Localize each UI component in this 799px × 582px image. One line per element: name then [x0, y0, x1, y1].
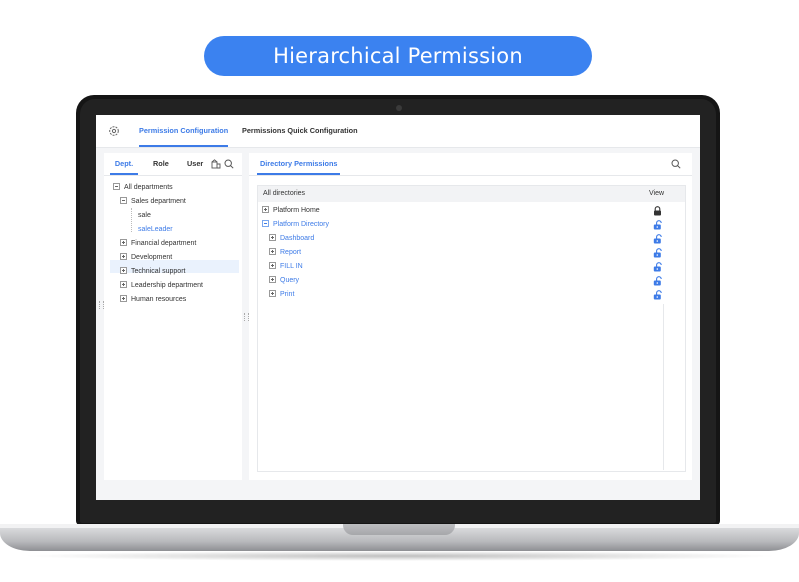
tab-role[interactable]: Role — [153, 153, 169, 175]
column-header-view: View — [649, 190, 665, 197]
top-nav: Permission Configuration Permissions Qui… — [96, 115, 700, 148]
table-header: All directories View — [258, 186, 685, 202]
tree-guide-line — [131, 208, 133, 232]
row-label: Dashboard — [280, 235, 315, 242]
laptop-shadow — [20, 551, 780, 561]
locked-icon[interactable] — [653, 206, 662, 216]
expand-icon[interactable] — [120, 266, 127, 274]
search-icon[interactable] — [224, 159, 234, 169]
tree-label: Financial department — [131, 240, 197, 247]
directory-permissions-table: All directories View Platform Home Platf… — [257, 185, 686, 472]
tab-directory-permissions[interactable]: Directory Permissions — [257, 153, 341, 175]
left-tab-divider — [104, 175, 242, 176]
row-label: FILL IN — [280, 263, 303, 270]
table-row-fill-in[interactable]: FILL IN — [269, 260, 303, 273]
expand-icon[interactable] — [262, 205, 269, 213]
row-label: Platform Directory — [273, 221, 330, 228]
expand-icon[interactable] — [120, 252, 127, 260]
table-row-platform-home[interactable]: Platform Home — [262, 204, 320, 217]
page-title-banner: Hierarchical Permission Management — [204, 36, 592, 108]
tree-node-human-resources[interactable]: Human resources — [120, 293, 186, 306]
right-tab-divider — [249, 175, 692, 176]
tab-permission-configuration[interactable]: Permission Configuration — [139, 115, 229, 147]
department-structure-icon[interactable] — [211, 159, 221, 169]
expand-icon[interactable] — [269, 247, 276, 255]
table-row-platform-directory[interactable]: Platform Directory — [262, 218, 329, 231]
table-row-dashboard[interactable]: Dashboard — [269, 232, 314, 245]
left-panel: Dept. Role User All departments Sales de… — [104, 153, 242, 480]
collapse-icon[interactable] — [113, 182, 120, 190]
row-label: Platform Home — [273, 207, 320, 214]
camera-icon — [396, 105, 402, 111]
row-label: Report — [280, 249, 302, 256]
tab-dept[interactable]: Dept. — [110, 153, 138, 175]
tree-label: saleLeader — [138, 226, 173, 233]
expand-icon[interactable] — [269, 289, 276, 297]
left-resize-handle[interactable] — [99, 301, 104, 309]
tree-label: All departments — [124, 184, 173, 191]
right-panel: Directory Permissions All directories Vi… — [249, 153, 692, 480]
tab-permissions-quick-configuration[interactable]: Permissions Quick Configuration — [242, 115, 358, 147]
column-divider — [663, 304, 664, 470]
expand-icon[interactable] — [120, 294, 127, 302]
tree-node-development[interactable]: Development — [120, 251, 172, 264]
row-label: Print — [280, 291, 295, 298]
tree-label: Sales department — [131, 198, 186, 205]
unlocked-icon[interactable] — [653, 234, 662, 244]
tree-node-all-departments[interactable]: All departments — [113, 181, 173, 194]
tree-label: Development — [131, 254, 173, 261]
table-row-query[interactable]: Query — [269, 274, 299, 287]
expand-icon[interactable] — [269, 275, 276, 283]
tree-node-sales-department[interactable]: Sales department — [120, 195, 186, 208]
unlocked-icon[interactable] — [653, 262, 662, 272]
tree-label: Leadership department — [131, 282, 203, 289]
expand-icon[interactable] — [120, 238, 127, 246]
tree-label: sale — [138, 212, 151, 219]
app-screen: Permission Configuration Permissions Qui… — [96, 115, 700, 500]
gear-icon[interactable] — [108, 125, 120, 137]
unlocked-icon[interactable] — [653, 220, 662, 230]
collapse-icon[interactable] — [120, 196, 127, 204]
tree-label: Human resources — [131, 296, 187, 303]
search-icon[interactable] — [671, 159, 681, 169]
unlocked-icon[interactable] — [653, 276, 662, 286]
tree-node-technical-support[interactable]: Technical support — [120, 265, 185, 278]
tree-node-leadership-department[interactable]: Leadership department — [120, 279, 203, 292]
unlocked-icon[interactable] — [653, 290, 662, 300]
column-header-directories: All directories — [263, 190, 306, 197]
table-row-report[interactable]: Report — [269, 246, 301, 259]
tree-label: Technical support — [131, 268, 186, 275]
expand-icon[interactable] — [269, 233, 276, 241]
tab-user[interactable]: User — [187, 153, 203, 175]
tree-node-saleleader[interactable]: saleLeader — [138, 223, 173, 236]
collapse-icon[interactable] — [262, 219, 269, 227]
tree-node-financial-department[interactable]: Financial department — [120, 237, 196, 250]
expand-icon[interactable] — [120, 280, 127, 288]
row-label: Query — [280, 277, 300, 284]
tree-node-sale[interactable]: sale — [138, 209, 151, 222]
table-row-print[interactable]: Print — [269, 288, 294, 301]
expand-icon[interactable] — [269, 261, 276, 269]
unlocked-icon[interactable] — [653, 248, 662, 258]
laptop-notch — [343, 524, 455, 535]
